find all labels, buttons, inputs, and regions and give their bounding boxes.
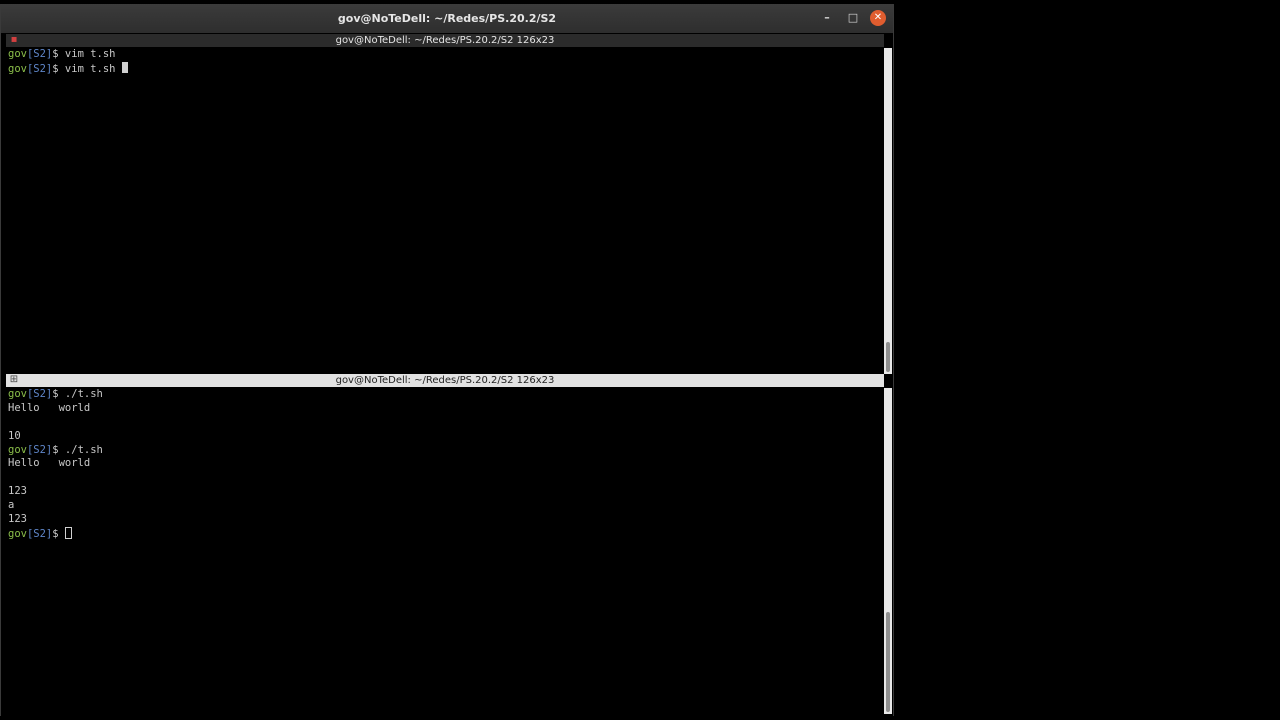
- prompt-symbol: $: [52, 62, 65, 75]
- top-pane-scrollbar[interactable]: [884, 48, 892, 374]
- minimize-button[interactable]: –: [819, 10, 835, 26]
- output-line: a: [8, 499, 15, 512]
- prompt-line: gov[S2]$: [8, 526, 883, 541]
- top-terminal-pane[interactable]: gov[S2]$ vim t.sh gov[S2]$ vim t.sh: [8, 48, 883, 374]
- text-cursor: [121, 61, 128, 73]
- prompt-line: gov[S2]$ vim t.sh: [8, 48, 883, 62]
- prompt-dir: [S2]: [26, 48, 53, 60]
- output-line: Hello world: [8, 401, 91, 414]
- output-line: Hello world: [8, 457, 91, 470]
- prompt-symbol: $: [52, 443, 65, 456]
- top-pane-header[interactable]: ▪ gov@NoTeDell: ~/Redes/PS.20.2/S2 126x2…: [6, 34, 884, 47]
- top-pane-scroll-thumb[interactable]: [886, 342, 890, 372]
- bottom-pane-header[interactable]: ⊞ gov@NoTeDell: ~/Redes/PS.20.2/S2 126x2…: [6, 374, 884, 387]
- prompt-user: gov: [8, 48, 27, 60]
- output-line: 10: [8, 429, 21, 442]
- bottom-pane-scroll-thumb[interactable]: [886, 612, 890, 712]
- terminal-split-icon[interactable]: ▪: [9, 35, 19, 45]
- prompt-line: gov[S2]$ ./t.sh: [8, 388, 883, 402]
- prompt-line: gov[S2]$ vim t.sh: [8, 61, 883, 76]
- prompt-user: gov: [8, 527, 27, 540]
- prompt-user: gov: [8, 388, 27, 400]
- bottom-pane-title: gov@NoTeDell: ~/Redes/PS.20.2/S2 126x23: [335, 375, 555, 386]
- prompt-user: gov: [8, 62, 27, 75]
- close-button[interactable]: ✕: [870, 10, 886, 26]
- bottom-terminal-pane[interactable]: gov[S2]$ ./t.sh Hello world 10 gov[S2]$ ./t…: [8, 388, 883, 714]
- maximize-button[interactable]: □: [845, 10, 861, 26]
- terminal-split-icon[interactable]: ⊞: [9, 375, 19, 385]
- prompt-line: gov[S2]$ ./t.sh: [8, 444, 883, 458]
- command-text: vim t.sh: [64, 48, 116, 60]
- prompt-dir: [S2]: [26, 62, 53, 75]
- prompt-symbol: $: [52, 527, 65, 540]
- prompt-symbol: $: [52, 388, 65, 400]
- title-bar[interactable]: gov@NoTeDell: ~/Redes/PS.20.2/S2 – □ ✕: [1, 4, 893, 33]
- command-text: ./t.sh: [64, 443, 103, 456]
- command-text: vim t.sh: [64, 62, 122, 75]
- prompt-dir: [S2]: [26, 527, 53, 540]
- terminal-window: gov@NoTeDell: ~/Redes/PS.20.2/S2 – □ ✕ ▪…: [0, 4, 894, 716]
- bottom-pane-scrollbar[interactable]: [884, 388, 892, 714]
- window-title: gov@NoTeDell: ~/Redes/PS.20.2/S2: [337, 12, 557, 25]
- prompt-dir: [S2]: [26, 443, 53, 456]
- top-pane-title: gov@NoTeDell: ~/Redes/PS.20.2/S2 126x23: [335, 35, 555, 46]
- prompt-symbol: $: [52, 48, 65, 60]
- command-text: ./t.sh: [64, 388, 103, 400]
- output-line: 123: [8, 485, 27, 498]
- output-line: 123: [8, 513, 27, 526]
- prompt-user: gov: [8, 443, 27, 456]
- prompt-dir: [S2]: [26, 388, 53, 400]
- text-cursor: [64, 526, 72, 539]
